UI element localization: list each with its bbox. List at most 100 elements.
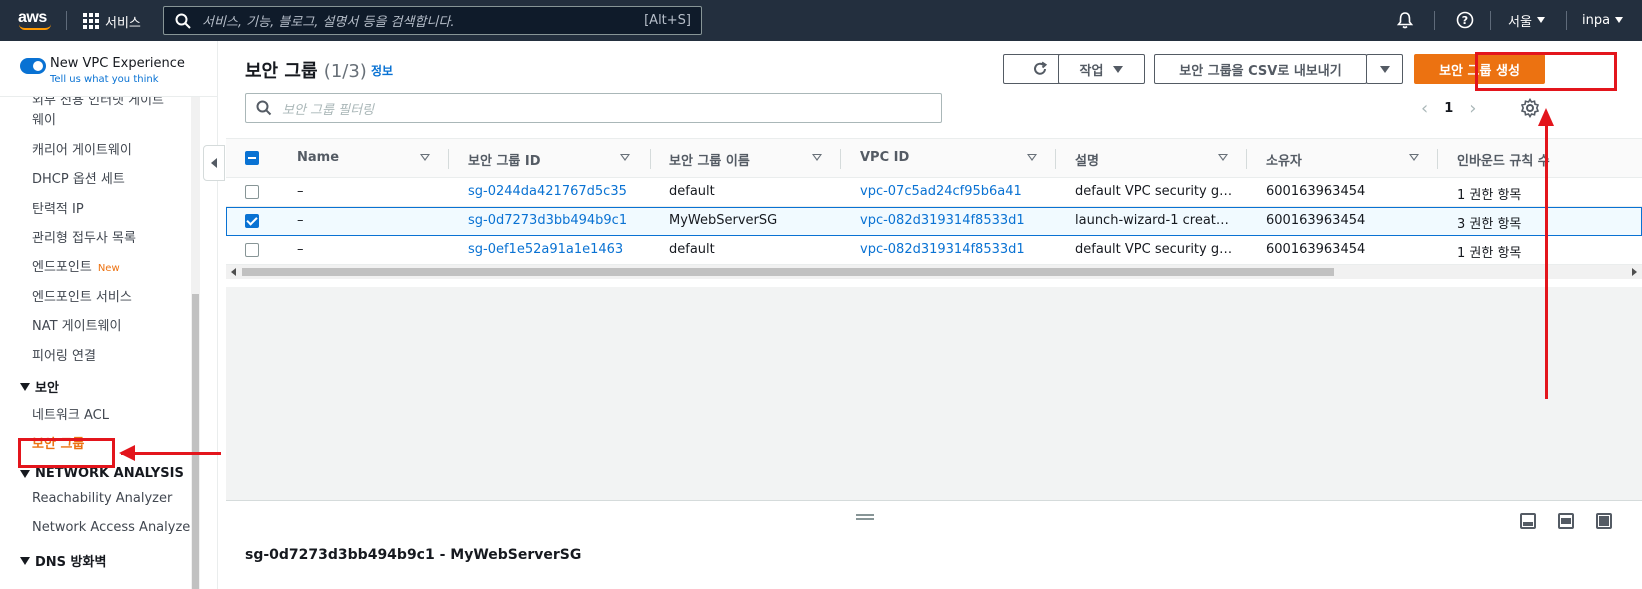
sort-icon[interactable]	[420, 154, 430, 161]
column-header-vpc-id[interactable]: VPC ID	[860, 150, 909, 165]
notifications-button[interactable]	[1396, 9, 1414, 31]
cell-sg-id[interactable]: sg-0244da421767d5c35	[468, 184, 627, 199]
sidebar-item-endpoint-services[interactable]: 엔드포인트 서비스	[32, 286, 132, 305]
panel-full-icon[interactable]	[1596, 513, 1612, 529]
cell-description: default VPC security gr…	[1075, 184, 1235, 199]
scroll-left-icon[interactable]	[231, 268, 236, 276]
row-checkbox[interactable]	[245, 214, 259, 228]
column-header-description[interactable]: 설명	[1075, 150, 1099, 169]
sort-icon[interactable]	[1409, 154, 1419, 161]
sidebar-item-nat-gateways[interactable]: NAT 게이트웨이	[32, 315, 121, 334]
chevron-left-icon[interactable]: ‹	[1421, 98, 1428, 119]
table-row[interactable]: – sg-0244da421767d5c35 default vpc-07c5a…	[226, 178, 1642, 207]
annotation-arrow-left	[119, 445, 221, 461]
export-options-dropdown[interactable]	[1366, 54, 1403, 84]
cell-sg-id[interactable]: sg-0ef1e52a91a1e1463	[468, 242, 623, 257]
global-search-input[interactable]: 서비스, 기능, 블로그, 설명서 등을 검색합니다. [Alt+S]	[163, 6, 702, 35]
scroll-right-icon[interactable]	[1632, 268, 1637, 276]
cell-sg-id[interactable]: sg-0d7273d3bb494b9c1	[468, 213, 627, 228]
column-divider[interactable]	[1246, 149, 1247, 169]
scrollbar-thumb[interactable]	[242, 268, 1334, 276]
cell-inbound: 1 권한 항목	[1457, 188, 1522, 203]
sidebar-item-prefix-lists[interactable]: 관리형 접두사 목록	[32, 227, 136, 246]
table-row-selected[interactable]: – sg-0d7273d3bb494b9c1 MyWebServerSG vpc…	[226, 207, 1642, 236]
cell-vpc-id[interactable]: vpc-082d319314f8533d1	[860, 242, 1025, 257]
page-number[interactable]: 1	[1444, 101, 1453, 116]
sidebar-item-network-acl[interactable]: 네트워크 ACL	[32, 404, 109, 423]
divider	[1434, 11, 1435, 30]
sort-icon[interactable]	[1027, 154, 1037, 161]
row-checkbox[interactable]	[245, 185, 259, 199]
column-divider[interactable]	[1055, 149, 1056, 169]
refresh-icon	[1034, 61, 1048, 75]
column-header-sg-name[interactable]: 보안 그룹 이름	[669, 150, 750, 169]
resize-handle[interactable]	[856, 514, 874, 520]
page-title: 보안 그룹 (1/3)	[245, 57, 367, 83]
caret-down-icon	[20, 556, 30, 565]
sidebar-item-egress-only-igw-cont[interactable]: 웨이	[32, 109, 56, 128]
table-row[interactable]: – sg-0ef1e52a91a1e1463 default vpc-082d3…	[226, 236, 1642, 265]
column-header-owner[interactable]: 소유자	[1266, 150, 1302, 169]
filter-placeholder: 보안 그룹 필터링	[282, 102, 374, 118]
search-icon	[256, 100, 272, 116]
column-header-inbound-rules[interactable]: 인바운드 규칙 수	[1457, 150, 1550, 169]
divider	[66, 11, 67, 30]
sidebar-section-security[interactable]: 보안	[20, 377, 59, 396]
cell-sg-name: default	[669, 184, 715, 199]
sidebar-section-network-analysis[interactable]: NETWORK ANALYSIS	[20, 466, 184, 481]
filter-input[interactable]: 보안 그룹 필터링	[245, 93, 942, 123]
actions-dropdown[interactable]: 작업	[1058, 54, 1145, 84]
column-divider[interactable]	[840, 149, 841, 169]
new-vpc-experience-panel: New VPC Experience Tell us what you thin…	[0, 41, 217, 97]
sidebar-item-label: 피어링 연결	[32, 349, 96, 364]
sidebar-item-elastic-ip[interactable]: 탄력적 IP	[32, 198, 84, 217]
cell-vpc-id[interactable]: vpc-082d319314f8533d1	[860, 213, 1025, 228]
help-button[interactable]: ?	[1456, 9, 1474, 31]
gear-icon[interactable]	[1520, 98, 1540, 118]
sidebar-item-carrier-gateway[interactable]: 캐리어 게이트웨이	[32, 139, 132, 158]
scrollbar-thumb[interactable]	[192, 294, 199, 589]
services-menu-button[interactable]: 서비스	[83, 10, 141, 32]
panel-bottom-icon[interactable]	[1520, 513, 1536, 529]
chevron-down-icon	[1615, 17, 1624, 23]
column-header-name[interactable]: Name	[297, 150, 339, 165]
table-horizontal-scrollbar[interactable]	[226, 265, 1642, 279]
export-csv-button[interactable]: 보안 그룹을 CSV로 내보내기	[1154, 54, 1367, 84]
sidebar-item-peering[interactable]: 피어링 연결	[32, 345, 96, 364]
sidebar-item-network-access-analyzer[interactable]: Network Access Analyzer	[32, 520, 196, 535]
info-link[interactable]: 정보	[371, 62, 393, 79]
chevron-right-icon[interactable]: ›	[1469, 98, 1476, 119]
sort-icon[interactable]	[812, 154, 822, 161]
export-label: 보안 그룹을 CSV로 내보내기	[1179, 63, 1342, 79]
column-divider[interactable]	[1437, 149, 1438, 169]
feedback-link[interactable]: Tell us what you think	[50, 74, 159, 85]
services-label: 서비스	[105, 15, 141, 31]
new-vpc-experience-toggle[interactable]	[20, 58, 46, 74]
svg-text:?: ?	[1462, 14, 1468, 27]
search-icon	[175, 13, 191, 29]
sort-icon[interactable]	[620, 154, 630, 161]
chevron-down-icon	[1536, 17, 1545, 23]
sidebar-item-dhcp-options[interactable]: DHCP 옵션 세트	[32, 168, 125, 187]
account-menu[interactable]: inpa	[1582, 9, 1624, 31]
annotation-arrow-up	[1538, 108, 1554, 399]
row-checkbox[interactable]	[245, 243, 259, 257]
sort-icon[interactable]	[1218, 154, 1228, 161]
aws-logo[interactable]: aws	[18, 7, 54, 33]
panel-side-icon[interactable]	[1558, 513, 1574, 529]
sidebar-item-reachability-analyzer[interactable]: Reachability Analyzer	[32, 491, 172, 506]
cell-vpc-id[interactable]: vpc-07c5ad24cf95b6a41	[860, 184, 1022, 199]
sidebar-item-label: Network Access Analyzer	[32, 520, 196, 535]
column-header-sg-id[interactable]: 보안 그룹 ID	[468, 150, 541, 169]
cell-owner: 600163963454	[1266, 242, 1366, 257]
sidebar-section-dns-firewall[interactable]: DNS 방화벽	[20, 551, 106, 570]
column-divider[interactable]	[650, 149, 651, 169]
sidebar-item-endpoints[interactable]: 엔드포인트 New	[32, 256, 120, 275]
region-selector[interactable]: 서울	[1508, 9, 1545, 31]
sidebar-collapse-button[interactable]	[203, 145, 225, 181]
column-divider[interactable]	[448, 149, 449, 169]
cell-sg-name: MyWebServerSG	[669, 213, 778, 228]
sidebar-scrollbar[interactable]	[191, 89, 200, 589]
select-all-checkbox[interactable]	[245, 151, 259, 165]
bell-icon	[1396, 12, 1414, 29]
